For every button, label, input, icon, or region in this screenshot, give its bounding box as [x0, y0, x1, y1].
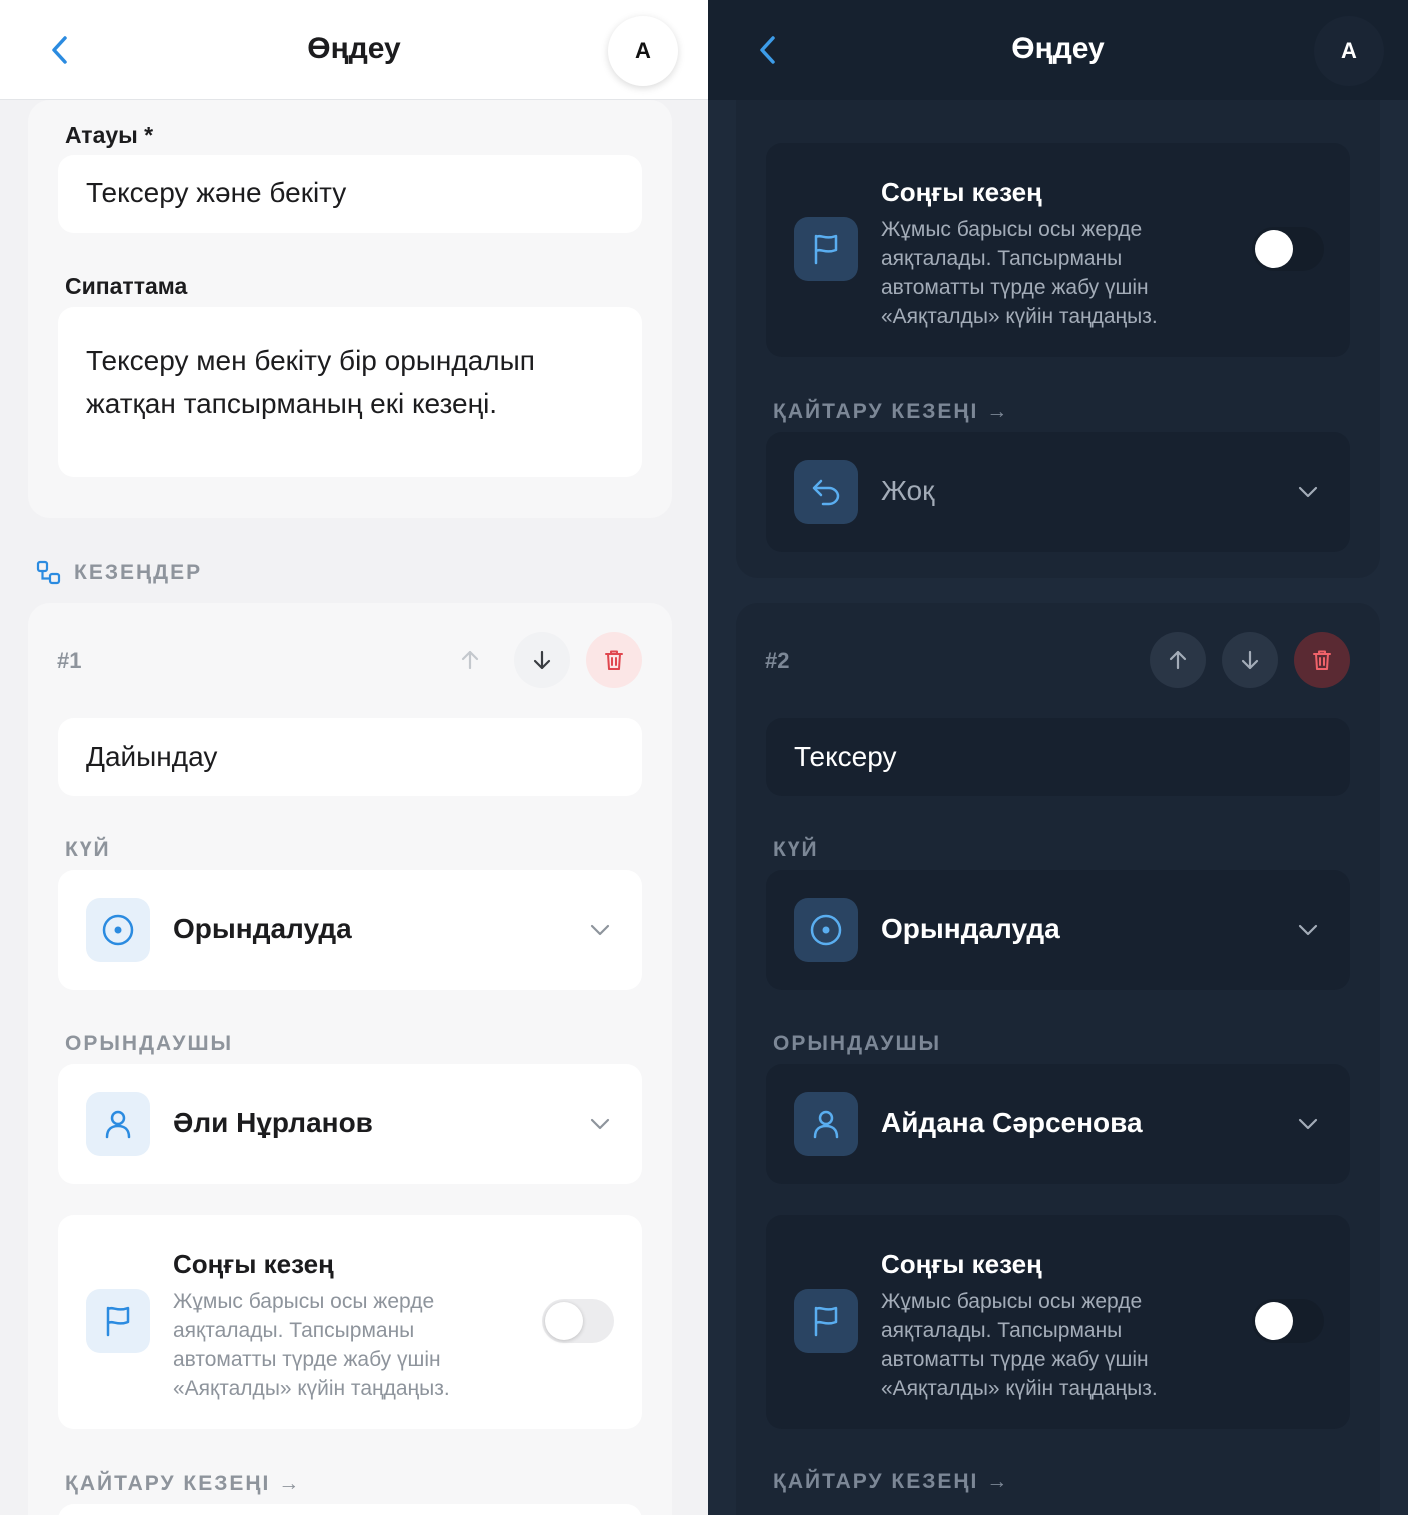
stages-icon [36, 560, 61, 585]
assignee-label: ОРЫНДАУШЫ [65, 1032, 234, 1055]
assignee-icon-box [794, 1092, 858, 1156]
user-icon [105, 1110, 131, 1139]
status-select[interactable]: Орындалуда [58, 870, 642, 990]
header: Өңдеу A [0, 0, 708, 100]
final-icon-box [794, 1289, 858, 1353]
return-stage-select[interactable]: Жоқ [766, 432, 1350, 552]
arrow-up-icon [1169, 650, 1187, 670]
assignee-icon-box [86, 1092, 150, 1156]
avatar[interactable]: A [1314, 16, 1384, 86]
stages-title: КЕЗЕҢДЕР [74, 561, 203, 584]
final-stage-description: Жұмыс барысы осы жерде аяқталады. Тапсыр… [173, 1290, 450, 1400]
avatar[interactable]: A [608, 16, 678, 86]
move-up-button[interactable] [1150, 632, 1206, 688]
final-stage-description: Жұмыс барысы осы жерде аяқталады. Тапсыр… [881, 1290, 1158, 1400]
flag-icon [814, 234, 838, 265]
final-icon-box [794, 217, 858, 281]
stage-number: #2 [765, 648, 790, 673]
delete-stage-button[interactable] [586, 632, 642, 688]
status-icon-box [86, 898, 150, 962]
trash-icon [605, 650, 623, 670]
final-icon-box [86, 1289, 150, 1353]
description-line: Тексеру мен бекіту бір орындалып [86, 345, 535, 376]
return-stage-select[interactable] [58, 1504, 642, 1515]
assignee-value: Айдана Сәрсенова [881, 1107, 1143, 1138]
final-stage-title: Соңғы кезең [173, 1249, 334, 1279]
description-value: Тексеру мен бекіту бір орындалып жатқан … [86, 339, 535, 425]
chevron-down-icon [1298, 486, 1318, 498]
move-down-button[interactable] [514, 632, 570, 688]
final-stage-toggle[interactable] [1252, 227, 1324, 271]
final-stage-box: Соңғы кезең Жұмыс барысы осы жерде аяқта… [766, 1215, 1350, 1429]
arrow-down-icon [533, 650, 551, 670]
chevron-down-icon [1298, 1118, 1318, 1130]
final-stage-toggle[interactable] [1252, 1299, 1324, 1343]
description-line: жатқан тапсырманың екі кезеңі. [86, 388, 498, 419]
stage-name-field[interactable]: Дайындау [58, 718, 642, 796]
chevron-down-icon [590, 1118, 610, 1130]
final-stage-box: Соңғы кезең Жұмыс барысы осы жерде аяқта… [766, 143, 1350, 357]
status-label: КҮЙ [773, 838, 819, 861]
return-stage-label: ҚАЙТАРУ КЕЗЕҢІ → [773, 400, 1010, 423]
header: Өңдеу A [708, 0, 1408, 100]
name-field[interactable]: Тексеру және бекіту [58, 155, 642, 233]
name-value: Тексеру және бекіту [86, 177, 347, 208]
final-stage-title: Соңғы кезең [881, 177, 1042, 207]
assignee-select[interactable]: Айдана Сәрсенова [766, 1064, 1350, 1184]
description-label: Сипаттама [65, 273, 188, 299]
in-progress-icon [102, 914, 134, 946]
chevron-down-icon [590, 924, 610, 936]
stages-header: КЕЗЕҢДЕР [36, 560, 202, 586]
in-progress-icon [810, 914, 842, 946]
return-stage-value: Жоқ [881, 475, 935, 506]
move-down-button[interactable] [1222, 632, 1278, 688]
assignee-label: ОРЫНДАУШЫ [773, 1032, 942, 1055]
dark-pane: Өңдеу A Соңғы кезең Жұмыс барысы осы жер… [708, 0, 1408, 1515]
user-icon [813, 1110, 839, 1139]
stage-name-field[interactable]: Тексеру [766, 718, 1350, 796]
chevron-down-icon [1298, 924, 1318, 936]
undo-icon [812, 479, 840, 506]
toggle-knob [1255, 230, 1293, 268]
return-stage-label: ҚАЙТАРУ КЕЗЕҢІ → [65, 1472, 302, 1495]
arrow-down-icon [1241, 650, 1259, 670]
page-title: Өңдеу [1011, 32, 1105, 65]
final-stage-description: Жұмыс барысы осы жерде аяқталады. Тапсыр… [881, 218, 1158, 328]
final-stage-box: Соңғы кезең Жұмыс барысы осы жерде аяқта… [58, 1215, 642, 1429]
stage-number: #1 [57, 648, 82, 673]
light-pane: Өңдеу A Атауы * Тексеру және бекіту Сипа… [0, 0, 708, 1515]
move-up-button[interactable] [442, 632, 498, 688]
status-value: Орындалуда [173, 913, 352, 944]
flag-icon [106, 1306, 130, 1337]
final-stage-toggle[interactable] [542, 1299, 614, 1343]
return-icon-box [794, 460, 858, 524]
stage-name-value: Дайындау [86, 741, 218, 772]
description-field[interactable]: Тексеру мен бекіту бір орындалып жатқан … [58, 307, 642, 477]
final-stage-title: Соңғы кезең [881, 1249, 1042, 1279]
flag-icon [814, 1306, 838, 1337]
delete-stage-button[interactable] [1294, 632, 1350, 688]
status-icon-box [794, 898, 858, 962]
toggle-knob [1255, 1302, 1293, 1340]
status-value: Орындалуда [881, 913, 1060, 944]
assignee-value: Әли Нұрланов [173, 1107, 373, 1138]
stage-name-value: Тексеру [794, 741, 897, 772]
name-label: Атауы * [65, 122, 154, 148]
page-title: Өңдеу [307, 32, 401, 65]
status-label: КҮЙ [65, 838, 111, 861]
return-stage-label: ҚАЙТАРУ КЕЗЕҢІ → [773, 1470, 1010, 1493]
arrow-up-icon [461, 650, 479, 670]
status-select[interactable]: Орындалуда [766, 870, 1350, 990]
toggle-knob [545, 1302, 583, 1340]
trash-icon [1313, 650, 1331, 670]
assignee-select[interactable]: Әли Нұрланов [58, 1064, 642, 1184]
